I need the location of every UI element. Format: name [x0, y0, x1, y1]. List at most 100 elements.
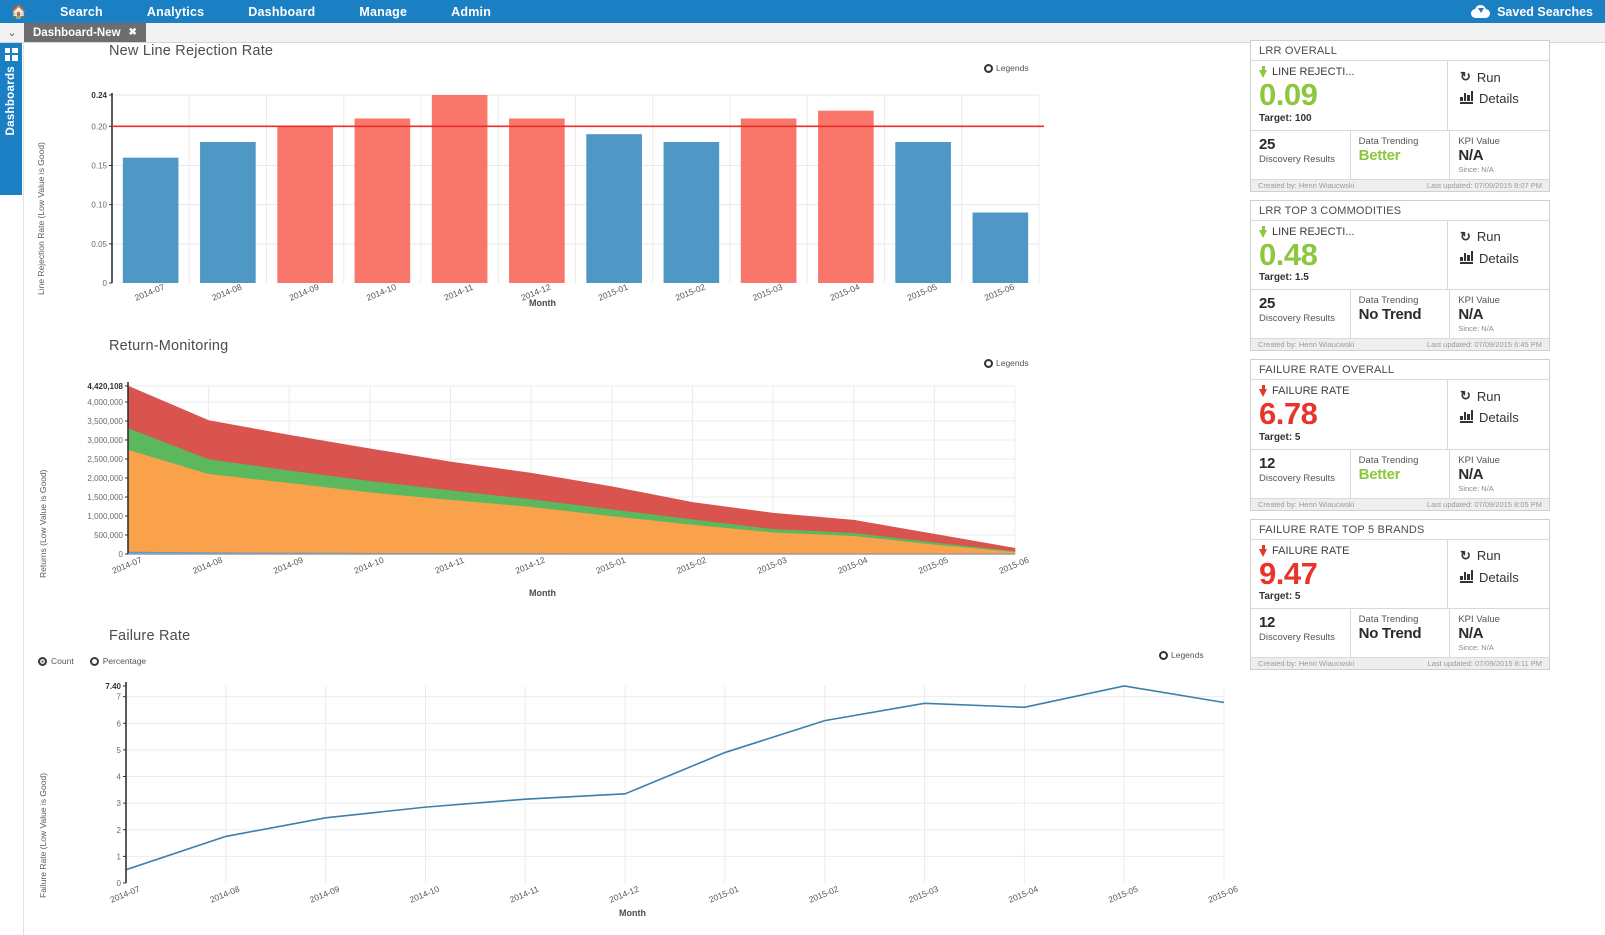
kpi-value-na: N/A: [1458, 625, 1484, 643]
details-label: Details: [1479, 410, 1519, 426]
bar[interactable]: [663, 142, 720, 283]
x-tick-label: 2015-02: [675, 555, 708, 576]
last-updated: Last updated: 07/09/2015 8:05 PM: [1426, 499, 1542, 509]
kpi-card-body: LINE REJECTI... 0.09 Target: 100 ↻ Run Detail…: [1251, 61, 1549, 131]
run-button[interactable]: ↻ Run: [1460, 388, 1549, 404]
kpi-sidebar: LRR OVERALL LINE REJECTI... 0.09 Target: 10…: [1250, 40, 1550, 678]
radio-percentage[interactable]: Percentage: [89, 656, 146, 666]
x-tick-label: 2014-07: [133, 282, 166, 303]
kpi-card-meta: Created by: Henri Wiaucwski Last updated:…: [1251, 497, 1549, 510]
bar[interactable]: [818, 110, 874, 284]
bar[interactable]: [509, 118, 565, 284]
y-tick-label: 4,000,000: [87, 398, 123, 407]
discovery-results-cell: 12 Discovery Results: [1251, 609, 1351, 658]
legend-label: Legends: [996, 63, 1029, 73]
tab-label: Dashboard-New: [33, 26, 121, 39]
chart-title-bar: New Line Rejection Rate: [109, 43, 274, 59]
chevron-down-icon[interactable]: ⌄: [0, 23, 24, 42]
home-icon[interactable]: 🏠: [0, 4, 38, 20]
trend-value: No Trend: [1358, 306, 1422, 324]
nav-item-manage[interactable]: Manage: [337, 5, 429, 19]
discovery-results-cell: 25 Discovery Results: [1251, 290, 1351, 339]
kpi-card-main: LINE REJECTI... 0.48 Target: 1.5: [1251, 221, 1447, 290]
x-tick-label: 2015-02: [674, 282, 707, 303]
x-tick-label: 2015-04: [828, 282, 861, 303]
last-updated: Last updated: 07/09/2015 8:07 PM: [1426, 180, 1542, 190]
details-label: Details: [1479, 250, 1519, 266]
run-button[interactable]: ↻ Run: [1460, 229, 1549, 245]
bar[interactable]: [740, 118, 797, 284]
nav-item-admin[interactable]: Admin: [429, 5, 513, 19]
chart-panel-return-monitoring: Return-Monitoring Legends Returns (Low V…: [24, 338, 1250, 613]
y-tick-label: 0: [117, 879, 122, 888]
tab-dashboard-new[interactable]: Dashboard-New ✖: [24, 23, 146, 42]
y-tick-label: 0.10: [91, 201, 107, 210]
kpi-card-footer: 12 Discovery Results Data Trending Better KP…: [1251, 449, 1549, 498]
chart-title-line: Failure Rate: [109, 628, 191, 644]
bar[interactable]: [586, 134, 642, 283]
kpi-card-title: FAILURE RATE OVERALL: [1251, 360, 1549, 381]
kpi-value: 0.09: [1259, 77, 1318, 112]
x-tick-label: 2014-11: [442, 282, 474, 303]
bar[interactable]: [277, 126, 333, 283]
kpi-card-actions: ↻ Run Details: [1447, 61, 1549, 130]
x-tick-label: 2014-08: [210, 282, 243, 303]
x-tick-label: 2014-08: [191, 555, 224, 576]
kpi-value: 9.47: [1259, 555, 1318, 591]
legend-toggle-bar[interactable]: Legends: [984, 63, 1029, 73]
last-updated: Last updated: 07/09/2015 6:45 PM: [1426, 340, 1542, 350]
y-tick-label: 2,000,000: [87, 474, 123, 483]
chart-title-area: Return-Monitoring: [109, 338, 229, 354]
x-tick-label: 2015-06: [998, 555, 1031, 576]
data-trending-cell: Data Trending No Trend: [1351, 609, 1451, 658]
bar[interactable]: [895, 142, 951, 283]
x-tick-label: 2014-09: [288, 282, 321, 303]
y-tick-label: 0.15: [91, 162, 107, 171]
details-label: Details: [1479, 569, 1519, 585]
details-button[interactable]: Details: [1460, 250, 1549, 266]
close-icon[interactable]: ✖: [129, 27, 137, 38]
x-tick-label: 2015-05: [1107, 884, 1140, 905]
line-chart-svg: 0 1 2 3 4 5 6 7 7.40 2014-07 2014-08 2014-09 2014-10…: [105, 682, 1239, 905]
saved-searches-button[interactable]: Saved Searches: [1471, 5, 1605, 19]
run-button[interactable]: ↻ Run: [1460, 548, 1549, 564]
nav-item-analytics[interactable]: Analytics: [125, 5, 226, 19]
run-label: Run: [1476, 548, 1501, 564]
discovery-label: Discovery Results: [1259, 472, 1336, 484]
bar[interactable]: [972, 212, 1029, 284]
y-tick-label: 1,500,000: [87, 493, 123, 502]
x-tick-label: 2014-10: [408, 884, 441, 905]
y-tick-label: 2: [117, 826, 122, 835]
run-button[interactable]: ↻ Run: [1460, 69, 1549, 85]
legend-toggle-line[interactable]: Legends: [1159, 650, 1204, 660]
sidebar-item-dashboards[interactable]: Dashboards: [0, 43, 22, 195]
legend-label: Legends: [1171, 650, 1204, 660]
kpi-card-title: LRR TOP 3 COMMODITIES: [1251, 200, 1549, 221]
discovery-count: 12: [1259, 454, 1276, 472]
left-rail: Dashboards: [0, 43, 24, 935]
x-axis-label-line: Month: [619, 908, 646, 918]
bar[interactable]: [354, 118, 411, 284]
x-tick-label: 2015-03: [756, 555, 789, 576]
discovery-label: Discovery Results: [1259, 313, 1336, 325]
radio-count-label: Count: [51, 656, 74, 666]
discovery-count: 25: [1259, 135, 1276, 153]
kpi-card-actions: ↻ Run Details: [1447, 380, 1549, 449]
details-button[interactable]: Details: [1460, 91, 1549, 106]
kpi-target: Target: 5: [1259, 431, 1301, 443]
refresh-icon: ↻: [1460, 228, 1471, 244]
x-tick-label: 2014-11: [508, 884, 540, 905]
kpi-value-na: N/A: [1458, 465, 1484, 483]
nav-item-dashboard[interactable]: Dashboard: [226, 5, 337, 19]
legend-toggle-area[interactable]: Legends: [984, 358, 1029, 368]
details-button[interactable]: Details: [1460, 569, 1549, 585]
bar[interactable]: [122, 157, 179, 283]
radio-count[interactable]: Count: [38, 656, 74, 666]
bar[interactable]: [200, 142, 256, 283]
y-tick-label: 4: [117, 773, 122, 782]
y-tick-label: 0.24: [91, 91, 107, 100]
nav-item-search[interactable]: Search: [38, 5, 125, 19]
y-tick-label: 1: [117, 852, 122, 861]
bar[interactable]: [431, 95, 488, 283]
details-button[interactable]: Details: [1460, 410, 1549, 425]
